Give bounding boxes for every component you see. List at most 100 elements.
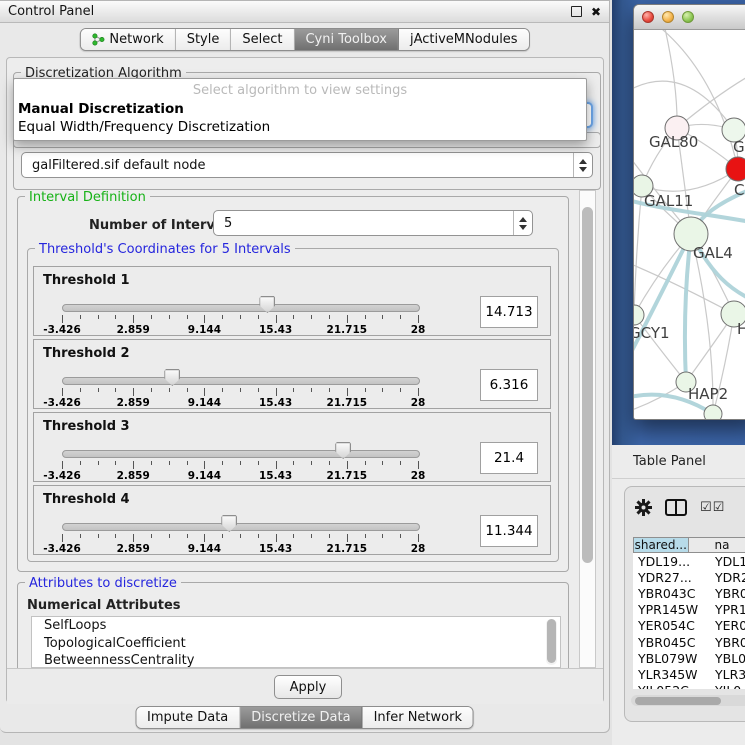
- network-node-bottom-node[interactable]: [704, 405, 722, 420]
- combo-stepper[interactable]: [573, 153, 592, 177]
- cell-shared-name[interactable]: YDL19...: [633, 554, 706, 569]
- attribute-list-item[interactable]: SelfLoops: [32, 617, 560, 635]
- cell-shared-name[interactable]: YER054C: [633, 618, 706, 633]
- cell-shared-name[interactable]: YLR345W: [633, 667, 706, 682]
- zoom-traffic-light-icon[interactable]: [682, 11, 694, 23]
- threshold-slider-3[interactable]: -3.4262.8599.14415.4321.71528: [34, 413, 550, 481]
- list-scrollbar-thumb[interactable]: [547, 619, 556, 663]
- table-row[interactable]: YBR045CYBR0: [633, 634, 745, 650]
- cell-shared-name[interactable]: YBR043C: [633, 586, 706, 601]
- column-header-shared-name[interactable]: shared...: [633, 537, 689, 553]
- cell-name[interactable]: YBR0: [706, 635, 745, 650]
- slider-tick: [222, 534, 223, 538]
- tab-discretize-data[interactable]: Discretize Data: [240, 707, 362, 728]
- network-node-label: GCY1: [634, 324, 670, 342]
- tab-impute-data[interactable]: Impute Data: [136, 707, 240, 728]
- column-header-name[interactable]: na: [689, 537, 745, 553]
- threshold-value-field[interactable]: 21.4: [480, 442, 538, 474]
- table-row[interactable]: YLR345WYLR3: [633, 666, 745, 682]
- cell-name[interactable]: YBR0: [706, 586, 745, 601]
- slider-tick: [382, 461, 383, 465]
- cell-shared-name[interactable]: YBL079W: [633, 651, 706, 666]
- cell-name[interactable]: YER0: [706, 618, 745, 633]
- tab-style[interactable]: Style: [176, 29, 232, 50]
- tab-network[interactable]: Network: [80, 29, 175, 50]
- cell-name[interactable]: YDL1: [706, 554, 745, 569]
- threshold-value-field[interactable]: 11.344: [480, 515, 538, 547]
- gear-icon[interactable]: [635, 499, 652, 516]
- table-horizontal-scrollbar[interactable]: [631, 695, 745, 706]
- table-row[interactable]: YIL052CYIL0: [633, 683, 745, 690]
- close-icon[interactable]: ✖: [591, 7, 601, 17]
- attribute-list-item[interactable]: BetweennessCentrality: [32, 652, 560, 668]
- num-intervals-combobox[interactable]: 5: [213, 210, 533, 236]
- slider-tick: [115, 315, 116, 319]
- network-canvas[interactable]: GAL80GCGAL11GAL4GCY1HHAP2: [634, 30, 745, 420]
- dropdown-option-equal-width-frequency[interactable]: Equal Width/Frequency Discretization: [14, 118, 586, 136]
- threshold-slider-1[interactable]: -3.4262.8599.14415.4321.71528: [34, 267, 550, 335]
- tab-infer-network[interactable]: Infer Network: [363, 707, 473, 728]
- minimize-traffic-light-icon[interactable]: [662, 11, 674, 23]
- slider-tick: [347, 315, 348, 323]
- table-row[interactable]: YDL19...YDL1: [633, 553, 745, 569]
- tab-cyni-toolbox[interactable]: Cyni Toolbox: [294, 29, 399, 50]
- slider-tick: [311, 388, 312, 392]
- threshold-value-field[interactable]: 6.316: [480, 369, 538, 401]
- apply-button[interactable]: Apply: [274, 675, 342, 699]
- cell-shared-name[interactable]: YBR045C: [633, 635, 706, 650]
- attribute-list-item[interactable]: TopologicalCoefficient: [32, 635, 560, 653]
- cell-name[interactable]: YIL0: [706, 683, 741, 689]
- numerical-attributes-list[interactable]: SelfLoopsTopologicalCoefficientBetweenne…: [31, 616, 561, 668]
- network-node-GCY1[interactable]: [634, 305, 644, 325]
- table-row[interactable]: YBL079WYBL0: [633, 650, 745, 666]
- slider-track[interactable]: [62, 377, 420, 385]
- dropdown-prompt-item[interactable]: Select algorithm to view settings: [14, 81, 586, 100]
- cell-name[interactable]: YPR1: [706, 602, 745, 617]
- tab-label: Network: [109, 32, 163, 47]
- checked-checkbox-icons[interactable]: ☑☑: [700, 501, 725, 514]
- combo-stepper[interactable]: [513, 211, 532, 235]
- threshold-value-field[interactable]: 14.713: [480, 296, 538, 328]
- close-traffic-light-icon[interactable]: [642, 11, 654, 23]
- float-window-icon[interactable]: [571, 6, 582, 17]
- table-row[interactable]: YPR145WYPR1: [633, 602, 745, 618]
- slider-tick: [258, 461, 259, 465]
- network-node-red-node[interactable]: [726, 157, 745, 181]
- threshold-slider-4[interactable]: -3.4262.8599.14415.4321.71528: [34, 486, 550, 554]
- cell-shared-name[interactable]: YIL052C: [633, 683, 706, 689]
- slider-tick: [133, 461, 134, 469]
- cell-shared-name[interactable]: YPR145W: [633, 602, 706, 617]
- cell-name[interactable]: YDR2: [706, 570, 745, 585]
- list-scrollbar[interactable]: [546, 619, 557, 665]
- slider-tick: [258, 315, 259, 319]
- top-tab-bar: Network Style Select Cyni ToolboxjActiveMNo…: [79, 28, 529, 51]
- tick-label: 2.859: [117, 324, 150, 336]
- table-row[interactable]: YER054CYER0: [633, 618, 745, 634]
- threshold-slider-2[interactable]: -3.4262.8599.14415.4321.71528: [34, 340, 550, 408]
- tab-jactivemnodules[interactable]: jActiveMNodules: [399, 29, 529, 50]
- cell-name[interactable]: YLR3: [706, 667, 745, 682]
- panel-scrollbar[interactable]: [579, 190, 596, 668]
- table-data-combobox[interactable]: galFiltered.sif default node: [21, 152, 593, 178]
- slider-track[interactable]: [62, 450, 420, 458]
- tick-label: 9.144: [188, 397, 221, 409]
- table-row[interactable]: YDR27...YDR2: [633, 569, 745, 585]
- hscrollbar-thumb[interactable]: [635, 697, 721, 705]
- cell-shared-name[interactable]: YDR27...: [633, 570, 706, 585]
- panel-scrollbar-thumb[interactable]: [582, 207, 593, 563]
- slider-tick: [62, 315, 63, 323]
- slider-tick: [240, 315, 241, 319]
- slider-track[interactable]: [62, 523, 420, 531]
- slider-track[interactable]: [62, 304, 420, 312]
- attributes-group-title: Attributes to discretize: [25, 576, 181, 591]
- table-row[interactable]: YBR043CYBR0: [633, 585, 745, 601]
- slider-tick: [98, 315, 99, 319]
- node-table[interactable]: shared... na YDL19...YDL1YDR27...YDR2YBR…: [633, 537, 745, 689]
- cell-name[interactable]: YBL0: [706, 651, 745, 666]
- tab-label: Select: [242, 32, 282, 47]
- slider-tick: [365, 388, 366, 392]
- tab-select[interactable]: Select: [231, 29, 294, 50]
- split-pane-icon[interactable]: [665, 499, 687, 516]
- threshold-box-2: Threshold 2-3.4262.8599.14415.4321.71528…: [33, 339, 551, 409]
- dropdown-option-manual-discretization[interactable]: Manual Discretization: [14, 100, 586, 118]
